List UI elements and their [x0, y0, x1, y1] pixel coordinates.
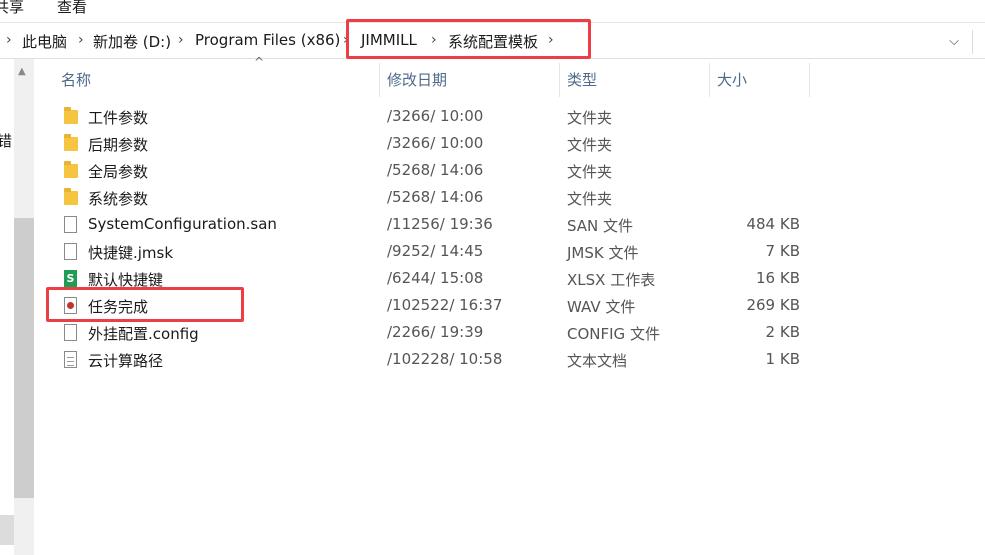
breadcrumb-drive-d[interactable]: 新加卷 (D:): [93, 31, 171, 52]
file-type: 文件夹: [567, 136, 613, 154]
column-header-name[interactable]: 名称: [61, 69, 91, 90]
file-icon: [64, 324, 77, 341]
address-highlight-box: [346, 19, 591, 59]
file-date: /3266/ 10:00: [387, 107, 484, 125]
folder-icon: [64, 134, 78, 151]
column-divider[interactable]: [559, 63, 560, 97]
file-icon: [64, 243, 77, 260]
nav-pane-item[interactable]: [0, 515, 14, 545]
refresh-button[interactable]: [972, 30, 985, 54]
file-size: 16 KB: [756, 269, 800, 287]
file-date: /2266/ 19:39: [387, 323, 484, 341]
file-date: /5268/ 14:06: [387, 188, 484, 206]
file-size: 2 KB: [765, 323, 800, 341]
file-name: 工件参数: [88, 109, 149, 127]
sort-ascending-icon: ^: [254, 55, 265, 69]
file-name: 外挂配置.config: [88, 325, 199, 343]
file-type: SAN 文件: [567, 217, 634, 235]
file-date: /102228/ 10:58: [387, 350, 503, 368]
column-header-date[interactable]: 修改日期: [387, 69, 447, 90]
chevron-right-icon[interactable]: ›: [6, 32, 12, 48]
row-highlight-box: [46, 287, 244, 322]
column-header-type[interactable]: 类型: [567, 69, 597, 90]
file-size: 269 KB: [746, 296, 800, 314]
breadcrumb-this-pc[interactable]: 此电脑: [22, 31, 67, 52]
folder-icon: [64, 188, 78, 205]
file-type: 文件夹: [567, 163, 613, 181]
column-divider[interactable]: [809, 63, 810, 97]
file-type: 文件夹: [567, 190, 613, 208]
file-size: 484 KB: [746, 215, 800, 233]
txt-icon: [64, 351, 77, 368]
folder-icon: [64, 107, 78, 124]
file-date: /3266/ 10:00: [387, 134, 484, 152]
file-date: /5268/ 14:06: [387, 161, 484, 179]
file-type: WAV 文件: [567, 298, 636, 316]
file-type: CONFIG 文件: [567, 325, 660, 343]
file-date: /9252/ 14:45: [387, 242, 484, 260]
chevron-right-icon[interactable]: ›: [178, 32, 184, 48]
file-date: /102522/ 16:37: [387, 296, 503, 314]
file-date: /11256/ 19:36: [387, 215, 493, 233]
file-size: 7 KB: [765, 242, 800, 260]
ribbon-tab-share[interactable]: 共享: [0, 0, 24, 17]
file-row[interactable]: 工件参数 /3266/ 10:00 文件夹: [0, 104, 985, 131]
file-name: 后期参数: [88, 136, 149, 154]
file-name: 系统参数: [88, 190, 149, 208]
file-type: JMSK 文件: [567, 244, 639, 262]
file-row[interactable]: 外挂配置.config /2266/ 19:39 CONFIG 文件 2 KB: [0, 320, 985, 347]
ribbon-tab-view[interactable]: 查看: [57, 0, 87, 17]
file-row[interactable]: SystemConfiguration.san /11256/ 19:36 SA…: [0, 212, 985, 239]
file-type: 文本文档: [567, 352, 628, 370]
file-date: /6244/ 15:08: [387, 269, 484, 287]
column-divider[interactable]: [379, 63, 380, 97]
file-row[interactable]: 后期参数 /3266/ 10:00 文件夹: [0, 131, 985, 158]
file-row[interactable]: 云计算路径 /102228/ 10:58 文本文档 1 KB: [0, 347, 985, 374]
file-name: SystemConfiguration.san: [88, 215, 277, 233]
chevron-down-icon[interactable]: ⌵: [944, 30, 964, 54]
file-size: 1 KB: [765, 350, 800, 368]
column-header-size[interactable]: 大小: [717, 69, 747, 90]
column-header-row: ^ 名称 修改日期 类型 大小: [42, 55, 812, 97]
xlsx-icon: S: [64, 270, 77, 287]
scroll-up-icon[interactable]: ▲: [18, 66, 26, 77]
file-row[interactable]: 快捷键.jmsk /9252/ 14:45 JMSK 文件 7 KB: [0, 239, 985, 266]
breadcrumb-program-files[interactable]: Program Files (x86): [195, 31, 340, 49]
chevron-right-icon[interactable]: ›: [78, 32, 84, 48]
file-row[interactable]: 全局参数 /5268/ 14:06 文件夹: [0, 158, 985, 185]
file-row[interactable]: 系统参数 /5268/ 14:06 文件夹: [0, 185, 985, 212]
file-name: 全局参数: [88, 163, 149, 181]
file-name: 快捷键.jmsk: [88, 244, 174, 262]
file-type: XLSX 工作表: [567, 271, 656, 289]
file-icon: [64, 216, 77, 233]
folder-icon: [64, 161, 78, 178]
file-type: 文件夹: [567, 109, 613, 127]
file-name: 云计算路径: [88, 352, 164, 370]
column-divider[interactable]: [709, 63, 710, 97]
